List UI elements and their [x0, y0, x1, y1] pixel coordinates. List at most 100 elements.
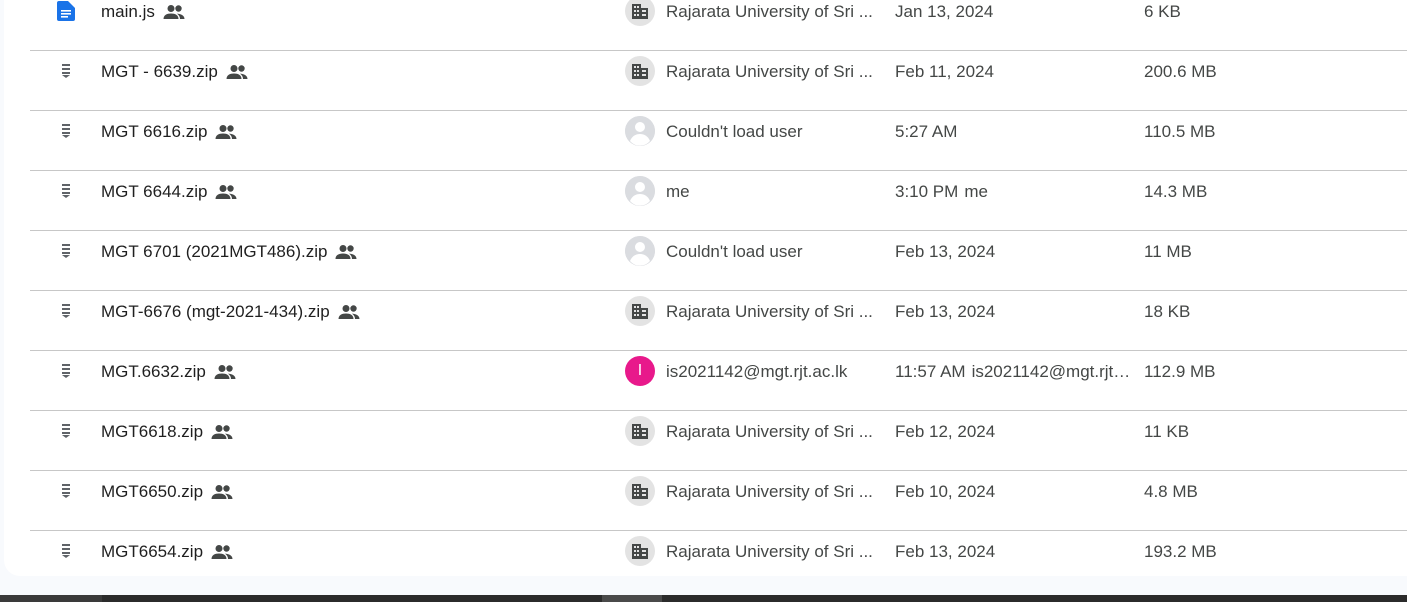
- file-row[interactable]: MGT 6644.zip me 3:10 PM me 14.3 MB: [30, 171, 1407, 231]
- organization-icon: [625, 56, 655, 86]
- last-modified: Feb 13, 2024: [895, 242, 995, 262]
- shared-people-icon: [214, 364, 236, 380]
- shared-people-icon: [211, 544, 233, 560]
- last-modified: 3:10 PM me: [895, 182, 988, 202]
- file-name-text: MGT 6644.zip: [101, 182, 208, 201]
- modified-date: Feb 12, 2024: [895, 422, 996, 441]
- file-name[interactable]: MGT.6632.zip: [101, 362, 236, 382]
- shared-people-icon: [226, 64, 248, 80]
- file-name[interactable]: MGT 6644.zip: [101, 182, 237, 202]
- organization-icon: [625, 296, 655, 326]
- file-row[interactable]: MGT6650.zip Rajarata University of Sri ..…: [30, 471, 1407, 531]
- file-size: 193.2 MB: [1144, 542, 1217, 561]
- shared-people-icon: [335, 244, 357, 260]
- taskbar-app-button[interactable]: [602, 595, 662, 602]
- default-user-icon: [625, 176, 655, 206]
- file-list: main.js Rajarata University of Sri ... Jan…: [4, 0, 1407, 576]
- organization-icon: [625, 476, 655, 506]
- modified-date: 3:10 PM: [895, 182, 959, 201]
- modified-date: Feb 10, 2024: [895, 482, 996, 501]
- default-user-icon: [625, 116, 655, 146]
- zip-file-icon: [56, 181, 76, 201]
- file-name[interactable]: MGT-6676 (mgt-2021-434).zip: [101, 302, 360, 322]
- file-name[interactable]: MGT 6701 (2021MGT486).zip: [101, 242, 357, 262]
- zip-file-icon: [56, 61, 76, 81]
- document-icon: [56, 1, 76, 21]
- modified-by: me: [964, 182, 988, 201]
- owner-name: is2021142@mgt.rjt.ac.lk: [666, 362, 848, 381]
- file-row[interactable]: MGT6654.zip Rajarata University of Sri ..…: [30, 531, 1407, 576]
- organization-icon: [625, 416, 655, 446]
- last-modified: 5:27 AM: [895, 122, 957, 142]
- zip-file-icon: [56, 301, 76, 321]
- file-name-text: MGT 6701 (2021MGT486).zip: [101, 242, 328, 261]
- taskbar: [0, 595, 1407, 602]
- avatar-initial: I: [637, 362, 643, 379]
- zip-file-icon: [56, 241, 76, 261]
- owner-name: Rajarata University of Sri ...: [666, 482, 873, 501]
- shared-people-icon: [163, 4, 185, 20]
- file-name[interactable]: MGT6618.zip: [101, 422, 233, 442]
- file-name-text: MGT6654.zip: [101, 542, 204, 561]
- file-name[interactable]: MGT - 6639.zip: [101, 62, 248, 82]
- organization-icon: [625, 0, 655, 26]
- file-name[interactable]: MGT6654.zip: [101, 542, 233, 562]
- modified-date: 5:27 AM: [895, 122, 958, 141]
- owner-name: me: [666, 182, 690, 201]
- file-row[interactable]: MGT - 6639.zip Rajarata University of Sri…: [30, 51, 1407, 111]
- zip-file-icon: [56, 541, 76, 561]
- file-name-text: MGT-6676 (mgt-2021-434).zip: [101, 302, 330, 321]
- modified-date: Feb 11, 2024: [895, 62, 994, 81]
- file-name-text: MGT 6616.zip: [101, 122, 208, 141]
- shared-people-icon: [215, 184, 237, 200]
- file-name-text: MGT.6632.zip: [101, 362, 206, 381]
- file-row[interactable]: main.js Rajarata University of Sri ... Jan…: [30, 0, 1407, 51]
- last-modified: 11:57 AM is2021142@mgt.rjt....: [895, 362, 1132, 382]
- file-size: 11 MB: [1144, 242, 1192, 261]
- file-row[interactable]: MGT 6701 (2021MGT486).zip Couldn't load u…: [30, 231, 1407, 291]
- taskbar-start-area[interactable]: [0, 595, 102, 602]
- owner-name: Rajarata University of Sri ...: [666, 422, 873, 441]
- zip-file-icon: [56, 121, 76, 141]
- file-name[interactable]: MGT6650.zip: [101, 482, 233, 502]
- owner-name: Couldn't load user: [666, 242, 803, 261]
- file-name-text: MGT - 6639.zip: [101, 62, 218, 81]
- shared-people-icon: [211, 424, 233, 440]
- last-modified: Feb 10, 2024: [895, 482, 995, 502]
- file-size: 11 KB: [1144, 422, 1190, 441]
- file-size: 110.5 MB: [1144, 122, 1216, 141]
- zip-file-icon: [56, 421, 76, 441]
- last-modified: Feb 13, 2024: [895, 542, 995, 562]
- avatar: I: [625, 356, 655, 386]
- owner-name: Rajarata University of Sri ...: [666, 302, 873, 321]
- modified-by: is2021142@mgt.rjt....: [971, 362, 1132, 381]
- file-name-text: MGT6618.zip: [101, 422, 204, 441]
- owner-name: Rajarata University of Sri ...: [666, 2, 873, 21]
- modified-date: Feb 13, 2024: [895, 302, 996, 321]
- file-name[interactable]: main.js: [101, 2, 185, 22]
- file-size: 112.9 MB: [1144, 362, 1216, 381]
- file-size: 14.3 MB: [1144, 182, 1208, 201]
- file-row[interactable]: MGT.6632.zip Iis2021142@mgt.rjt.ac.lk 11:5…: [30, 351, 1407, 411]
- last-modified: Feb 11, 2024: [895, 62, 994, 82]
- file-row[interactable]: MGT 6616.zip Couldn't load user 5:27 AM 110…: [30, 111, 1407, 171]
- last-modified: Feb 13, 2024: [895, 302, 995, 322]
- shared-people-icon: [215, 124, 237, 140]
- zip-file-icon: [56, 361, 76, 381]
- file-size: 18 KB: [1144, 302, 1191, 321]
- file-size: 200.6 MB: [1144, 62, 1217, 81]
- zip-file-icon: [56, 481, 76, 501]
- modified-date: Feb 13, 2024: [895, 542, 996, 561]
- file-row[interactable]: MGT-6676 (mgt-2021-434).zip Rajarata Univ…: [30, 291, 1407, 351]
- file-size: 6 KB: [1144, 2, 1181, 21]
- file-name[interactable]: MGT 6616.zip: [101, 122, 237, 142]
- file-name-text: main.js: [101, 2, 155, 21]
- file-size: 4.8 MB: [1144, 482, 1198, 501]
- shared-people-icon: [338, 304, 360, 320]
- owner-name: Rajarata University of Sri ...: [666, 62, 873, 81]
- last-modified: Feb 12, 2024: [895, 422, 995, 442]
- organization-icon: [625, 536, 655, 566]
- default-user-icon: [625, 236, 655, 266]
- file-name-text: MGT6650.zip: [101, 482, 204, 501]
- file-row[interactable]: MGT6618.zip Rajarata University of Sri ..…: [30, 411, 1407, 471]
